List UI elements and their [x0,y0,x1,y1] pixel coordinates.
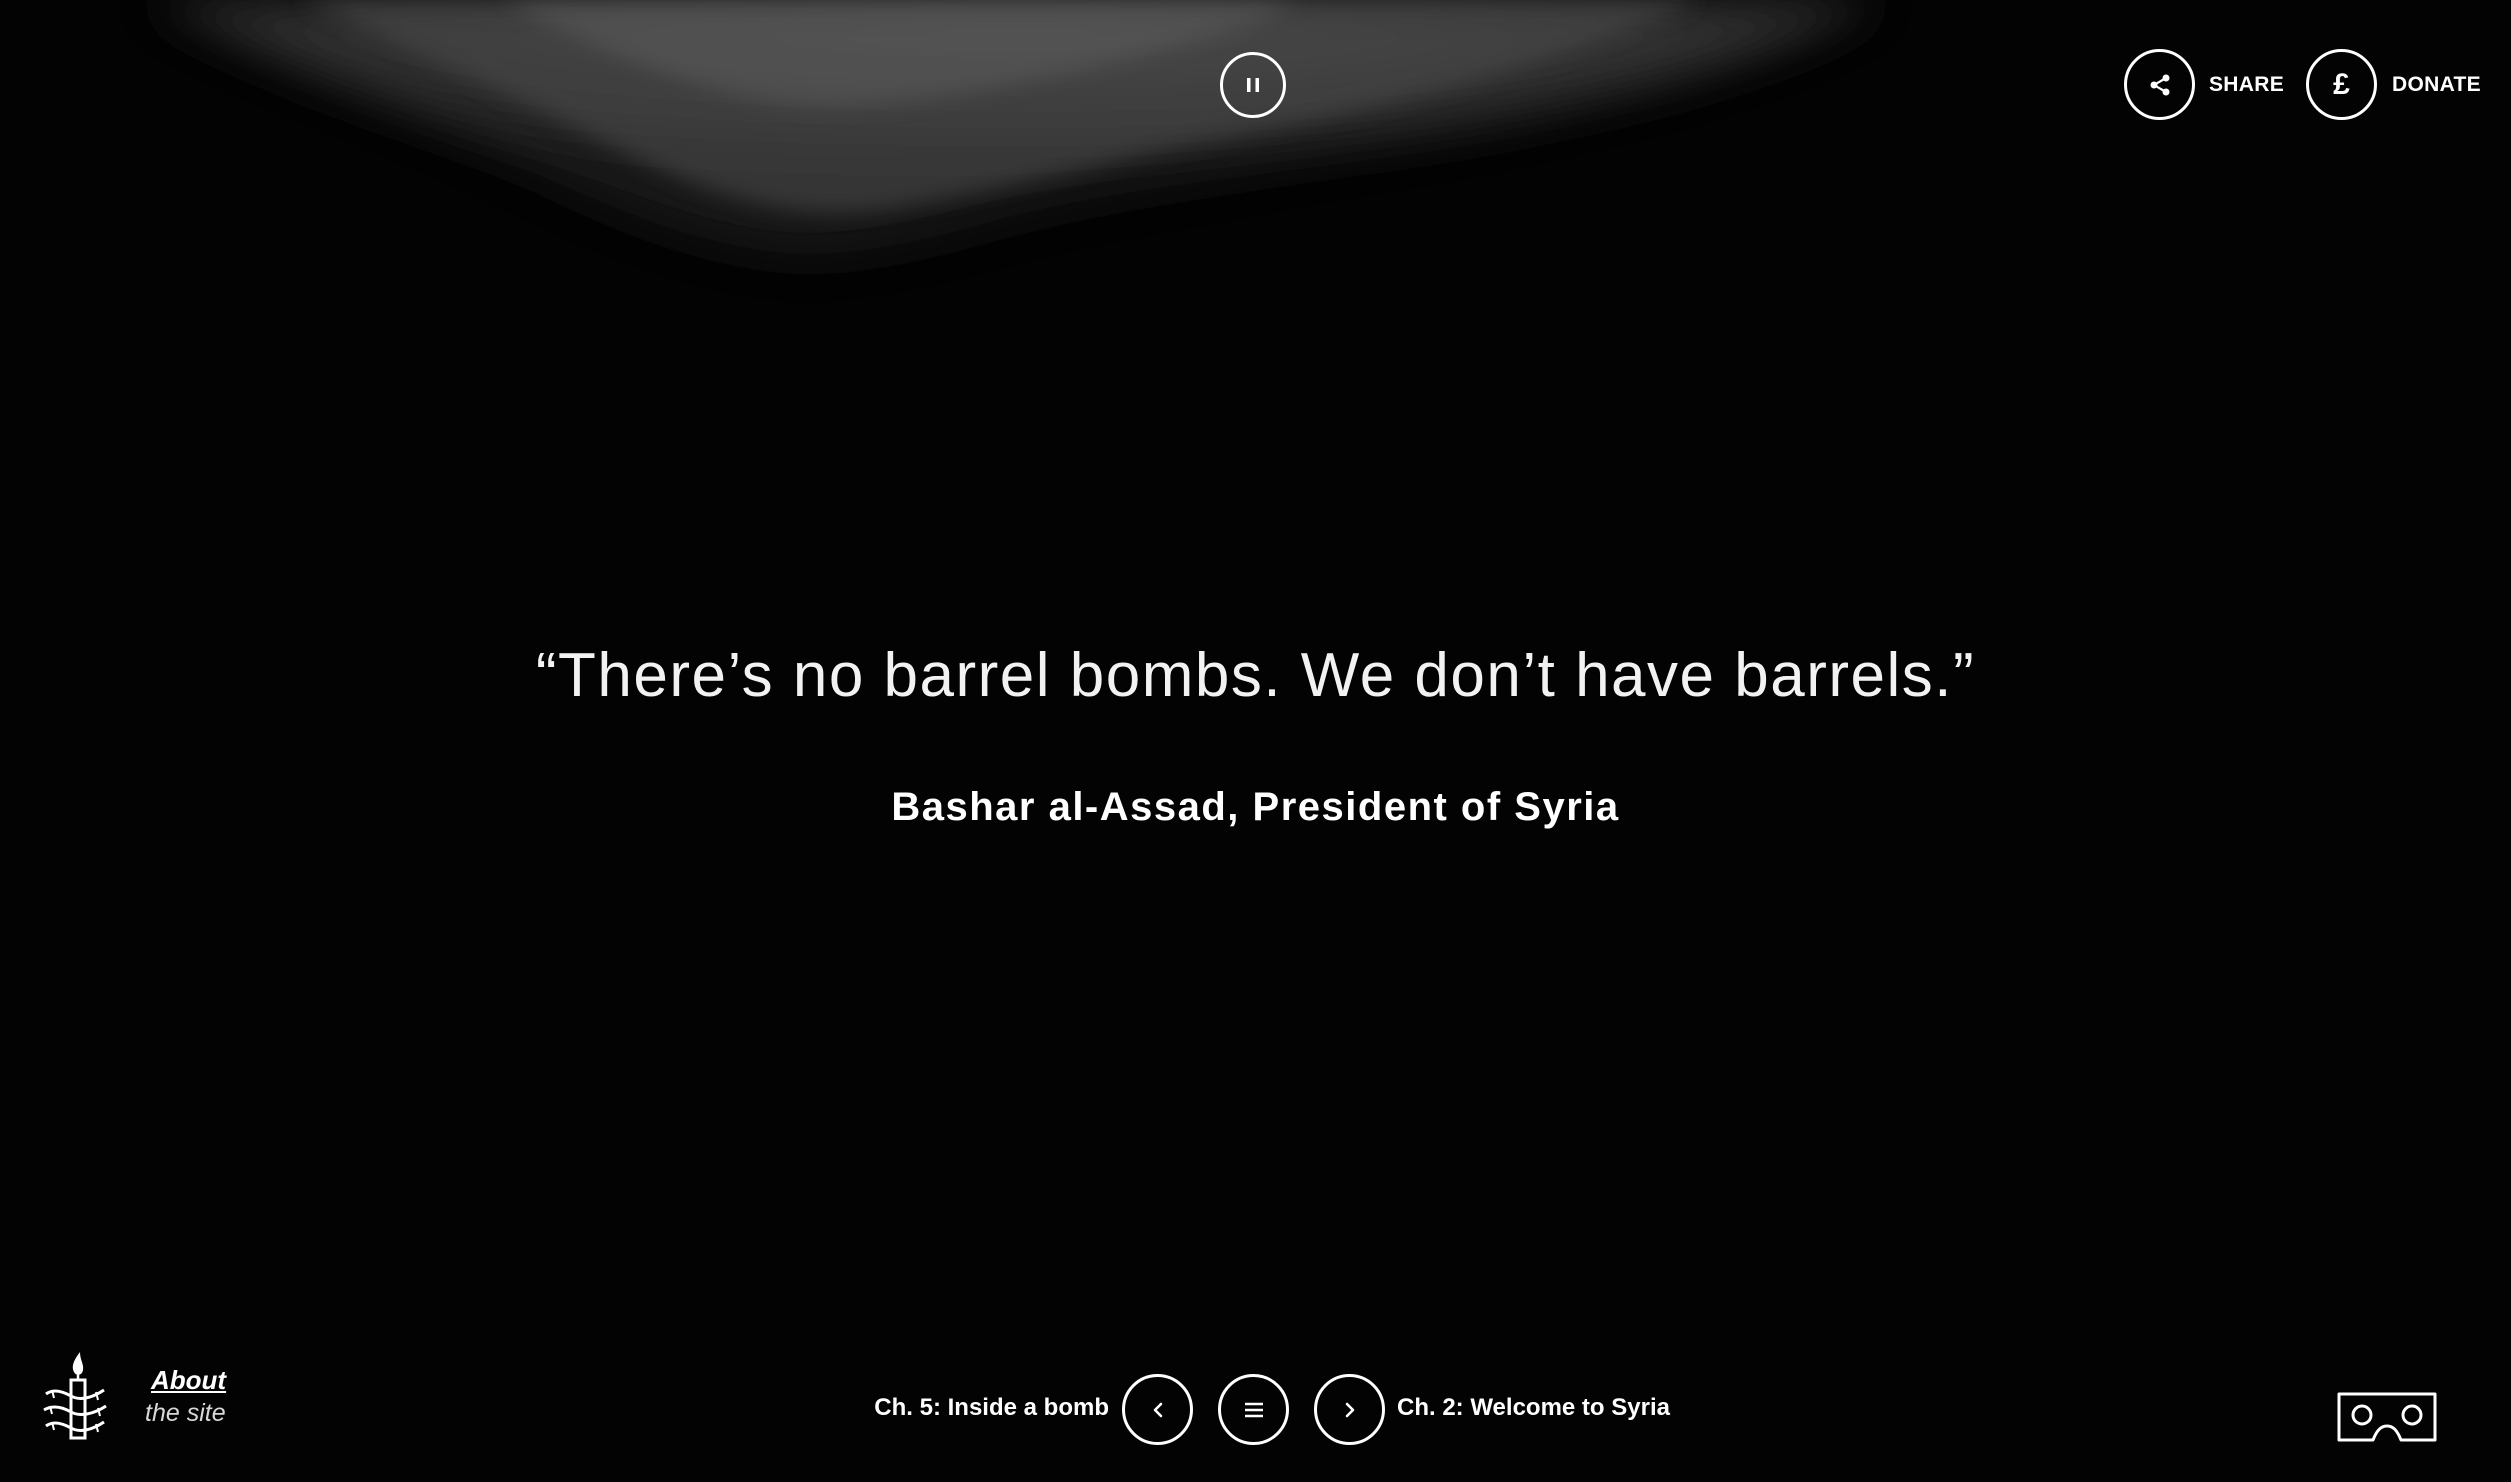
share-icon [2147,72,2173,98]
donate-label[interactable]: DONATE [2392,73,2481,97]
smoke-cloud-image [150,0,1880,254]
share-label[interactable]: SHARE [2209,73,2284,97]
quote-attribution: Bashar al-Assad, President of Syria [891,785,1620,829]
quote-text: “There’s no barrel bombs. We don’t have … [535,641,1976,710]
prev-chapter-label[interactable]: Ch. 5: Inside a bomb [874,1394,1109,1422]
menu-icon [1243,1400,1265,1420]
pause-button[interactable] [1220,52,1286,118]
share-button[interactable] [2124,49,2195,120]
chevron-right-icon [1340,1400,1360,1420]
chapter-menu-button[interactable] [1218,1374,1289,1445]
about-subtitle: the site [145,1399,226,1427]
next-chapter-label[interactable]: Ch. 2: Welcome to Syria [1397,1394,1670,1422]
pause-icon [1244,75,1262,95]
about-link[interactable]: About [151,1365,226,1396]
amnesty-candle-logo [43,1352,107,1440]
story-stage: SHARE £ DONATE “There’s no barrel bombs.… [0,0,2511,1482]
vr-headset-icon[interactable] [2335,1390,2439,1446]
next-chapter-button[interactable] [1314,1374,1385,1445]
pound-icon: £ [2333,67,2350,101]
chevron-left-icon [1148,1400,1168,1420]
donate-button[interactable]: £ [2306,49,2377,120]
prev-chapter-button[interactable] [1122,1374,1193,1445]
